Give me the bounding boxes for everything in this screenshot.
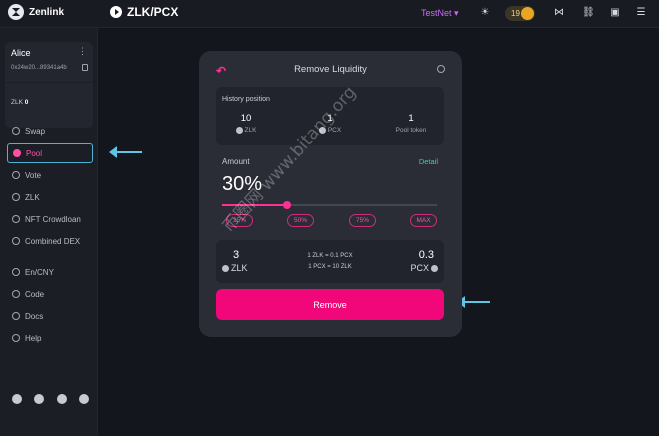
account-divider <box>5 82 93 83</box>
more-icon[interactable]: ⋮ <box>78 46 87 57</box>
history-pool-token: 1 Pool token <box>381 113 441 134</box>
history-zlk-value: 10 <box>240 113 252 124</box>
preset-75-button[interactable]: 75% <box>349 214 376 227</box>
brand-name: Zenlink <box>29 6 65 18</box>
help-icon <box>12 334 20 342</box>
play-icon <box>110 6 122 18</box>
sidebar-item-label: ZLK <box>25 192 40 202</box>
detail-link[interactable]: Detail <box>419 157 438 166</box>
sun-icon[interactable]: ☀ <box>479 7 491 19</box>
history-title: History position <box>222 96 270 103</box>
brand-logo[interactable]: Zenlink <box>8 4 64 20</box>
sidebar-item-pool[interactable]: Pool <box>7 143 93 163</box>
sidebar-item-zlk[interactable]: ZLK <box>7 187 93 207</box>
vote-icon <box>12 171 20 179</box>
coin-icon <box>521 7 534 20</box>
sidebar-item-label: Vote <box>25 170 42 180</box>
page-header: ZLK/PCX <box>110 5 178 19</box>
slider-handle[interactable] <box>282 201 291 209</box>
sidebar-item-nft-crowdloan[interactable]: NFT Crowdloan <box>7 209 93 229</box>
sidebar-item-help[interactable]: Help <box>7 328 93 348</box>
sidebar-item-label: Code <box>25 289 45 299</box>
history-pool-token-label: Pool token <box>395 127 427 134</box>
account-balance: ZLK 0 <box>11 99 29 106</box>
sidebar-item-label: Pool <box>26 148 43 158</box>
wallet-icon[interactable]: ▣ <box>609 7 621 19</box>
points-badge[interactable]: 19 <box>505 6 535 21</box>
sidebar-item-label: En/CNY <box>25 267 54 277</box>
sidebar-item-label: Combined DEX <box>25 236 81 246</box>
top-bar: Zenlink ZLK/PCX TestNet ▾ ☀ 19 ⋈ ⛓ ▣ ☰ <box>0 0 659 28</box>
nft-icon <box>12 215 20 223</box>
menu-icon[interactable]: ☰ <box>635 7 647 19</box>
share-icon[interactable]: ⋈ <box>553 7 565 19</box>
code-icon <box>12 290 20 298</box>
history-pool-token-value: 1 <box>408 113 414 124</box>
swap-icon <box>12 127 20 135</box>
zenlink-logo-icon <box>8 4 24 20</box>
history-zlk: 10 ZLK <box>216 113 276 134</box>
sidebar-item-label: Help <box>25 333 42 343</box>
zlk-icon <box>12 193 20 201</box>
bridge-icon[interactable]: ⛓ <box>582 7 595 19</box>
history-zlk-label: ZLK <box>244 127 257 134</box>
card-title: Remove Liquidity <box>294 64 367 75</box>
account-name: Alice <box>11 48 31 58</box>
pcx-token-icon <box>431 264 438 272</box>
receive-pcx-label: PCX <box>410 263 429 273</box>
points-count: 19 <box>511 9 520 18</box>
github-icon[interactable] <box>12 394 22 404</box>
sidebar-item-label: Docs <box>25 311 44 321</box>
preset-max-button[interactable]: MAX <box>410 214 437 227</box>
sidebar: Alice ⋮ 0x24w20...89341a4b ZLK 0 Swap Po… <box>0 28 98 436</box>
sidebar-item-combined-dex[interactable]: Combined DEX <box>7 231 93 251</box>
page-title: ZLK/PCX <box>127 5 179 19</box>
copy-icon[interactable] <box>82 64 88 71</box>
receive-pcx-value: 0.3 <box>418 249 434 261</box>
rate-zlk-pcx: 1 ZLK = 0.1 PCX <box>307 253 353 259</box>
network-selector[interactable]: TestNet ▾ <box>421 8 459 19</box>
twitter-icon[interactable] <box>34 394 44 404</box>
zlk-token-icon <box>235 127 243 134</box>
sidebar-item-code[interactable]: Code <box>7 284 93 304</box>
sidebar-item-label: Swap <box>25 126 46 136</box>
receive-panel: 3 ZLK 1 ZLK = 0.1 PCX 1 PCX = 10 ZLK 0.3… <box>216 240 444 283</box>
account-address: 0x24w20...89341a4b <box>11 65 67 71</box>
layers-icon <box>12 237 20 245</box>
sidebar-item-label: NFT Crowdloan <box>25 214 81 224</box>
telegram-icon[interactable] <box>79 394 89 404</box>
settings-icon[interactable] <box>437 65 445 73</box>
sidebar-item-swap[interactable]: Swap <box>7 121 93 141</box>
account-card[interactable]: Alice ⋮ 0x24w20...89341a4b ZLK 0 <box>5 42 93 128</box>
sidebar-item-vote[interactable]: Vote <box>7 165 93 185</box>
sidebar-item-language[interactable]: En/CNY <box>7 262 93 282</box>
annotation-arrow-pool <box>109 146 142 158</box>
pool-icon <box>13 149 21 157</box>
amount-label: Amount <box>222 157 250 166</box>
docs-icon <box>12 312 20 320</box>
annotation-arrow-remove <box>457 296 490 308</box>
preset-50-button[interactable]: 50% <box>287 214 314 227</box>
remove-button[interactable]: Remove <box>216 289 444 320</box>
globe-icon <box>12 268 20 276</box>
sidebar-item-docs[interactable]: Docs <box>7 306 93 326</box>
medium-icon[interactable] <box>57 394 67 404</box>
